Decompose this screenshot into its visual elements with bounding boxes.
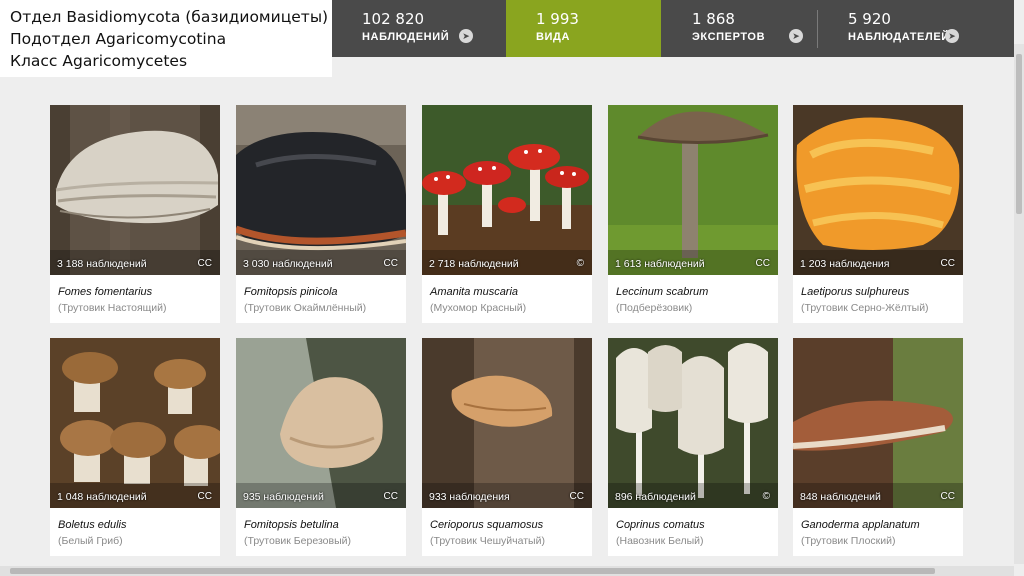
observation-count: 896 наблюдений: [615, 491, 696, 503]
species-latin-name[interactable]: Leccinum scabrum: [616, 286, 708, 298]
species-latin-name[interactable]: Fomes fomentarius: [58, 286, 152, 298]
license-badge: CC: [940, 258, 955, 269]
arrow-right-icon[interactable]: ➤: [789, 29, 803, 43]
species-photo[interactable]: [608, 105, 778, 275]
stat-label: ВИДА: [536, 31, 571, 43]
stat-number: 1 868: [692, 10, 735, 28]
horizontal-scroll-thumb[interactable]: [10, 568, 935, 574]
stat-experts[interactable]: 1 868 ЭКСПЕРТОВ ➤: [662, 0, 817, 57]
species-common-name: (Трутовик Плоский): [801, 535, 896, 547]
species-common-name: (Трутовик Настоящий): [58, 302, 167, 314]
stat-number: 1 993: [536, 10, 579, 28]
species-card[interactable]: 3 030 наблюдений CC Fomitopsis pinicola …: [236, 105, 406, 323]
observation-count: 1 048 наблюдений: [57, 491, 147, 503]
species-card[interactable]: 935 наблюдений CC Fomitopsis betulina (Т…: [236, 338, 406, 556]
species-common-name: (Трутовик Березовый): [244, 535, 351, 547]
license-badge: CC: [197, 258, 212, 269]
species-photo[interactable]: [608, 338, 778, 508]
license-badge: ©: [762, 491, 770, 502]
license-badge: CC: [383, 491, 398, 502]
observation-count: 1 203 наблюдения: [800, 258, 890, 270]
species-photo[interactable]: [50, 338, 220, 508]
observation-count: 848 наблюдений: [800, 491, 881, 503]
species-card[interactable]: 2 718 наблюдений © Amanita muscaria (Мух…: [422, 105, 592, 323]
taxonomy-label: Отдел Basidiomycota (базидиомицеты) Подо…: [0, 0, 332, 77]
species-card[interactable]: 1 613 наблюдений CC Leccinum scabrum (По…: [608, 105, 778, 323]
species-latin-name[interactable]: Fomitopsis betulina: [244, 519, 339, 531]
vertical-scrollbar[interactable]: [1014, 44, 1024, 564]
horizontal-scrollbar[interactable]: [0, 566, 1014, 576]
license-badge: CC: [383, 258, 398, 269]
taxon-subdivision: Подотдел Agaricomycotina: [10, 30, 227, 48]
species-latin-name[interactable]: Boletus edulis: [58, 519, 127, 531]
observation-count: 1 613 наблюдений: [615, 258, 705, 270]
species-photo[interactable]: [422, 105, 592, 275]
species-card[interactable]: 896 наблюдений © Coprinus comatus (Навоз…: [608, 338, 778, 556]
species-common-name: (Трутовик Чешуйчатый): [430, 535, 545, 547]
species-latin-name[interactable]: Fomitopsis pinicola: [244, 286, 338, 298]
observation-count: 933 наблюдения: [429, 491, 510, 503]
taxon-division: Отдел Basidiomycota (базидиомицеты): [10, 8, 329, 26]
observation-count: 3 030 наблюдений: [243, 258, 333, 270]
license-badge: CC: [197, 491, 212, 502]
species-card[interactable]: 1 048 наблюдений CC Boletus edulis (Белы…: [50, 338, 220, 556]
species-common-name: (Навозник Белый): [616, 535, 704, 547]
license-badge: ©: [576, 258, 584, 269]
species-card[interactable]: 848 наблюдений CC Ganoderma applanatum (…: [793, 338, 963, 556]
arrow-right-icon[interactable]: ➤: [459, 29, 473, 43]
stat-observations[interactable]: 102 820 НАБЛЮДЕНИЙ ➤: [332, 0, 487, 57]
arrow-right-icon[interactable]: ➤: [945, 29, 959, 43]
stat-species[interactable]: 1 993 ВИДА: [506, 0, 661, 57]
license-badge: CC: [569, 491, 584, 502]
observation-count: 3 188 наблюдений: [57, 258, 147, 270]
species-common-name: (Белый Гриб): [58, 535, 123, 547]
species-card[interactable]: 1 203 наблюдения CC Laetiporus sulphureu…: [793, 105, 963, 323]
species-photo[interactable]: [793, 105, 963, 275]
species-common-name: (Подберёзовик): [616, 302, 693, 314]
species-latin-name[interactable]: Amanita muscaria: [430, 286, 518, 298]
taxon-class: Класс Agaricomycetes: [10, 52, 188, 70]
observation-count: 2 718 наблюдений: [429, 258, 519, 270]
species-card[interactable]: 933 наблюдения CC Cerioporus squamosus (…: [422, 338, 592, 556]
species-photo[interactable]: [50, 105, 220, 275]
stat-observers[interactable]: 5 920 НАБЛЮДАТЕЛЕЙ ➤: [818, 0, 973, 57]
species-latin-name[interactable]: Ganoderma applanatum: [801, 519, 920, 531]
species-photo[interactable]: [422, 338, 592, 508]
species-latin-name[interactable]: Coprinus comatus: [616, 519, 705, 531]
species-common-name: (Мухомор Красный): [430, 302, 527, 314]
license-badge: CC: [940, 491, 955, 502]
species-photo[interactable]: [793, 338, 963, 508]
species-latin-name[interactable]: Cerioporus squamosus: [430, 519, 543, 531]
license-badge: CC: [755, 258, 770, 269]
stat-number: 5 920: [848, 10, 891, 28]
species-common-name: (Трутовик Окаймлённый): [244, 302, 367, 314]
species-card[interactable]: 3 188 наблюдений CC Fomes fomentarius (Т…: [50, 105, 220, 323]
species-photo[interactable]: [236, 338, 406, 508]
species-common-name: (Трутовик Серно-Жёлтый): [801, 302, 929, 314]
stat-number: 102 820: [362, 10, 425, 28]
vertical-scroll-thumb[interactable]: [1016, 54, 1022, 214]
observation-count: 935 наблюдений: [243, 491, 324, 503]
species-photo[interactable]: [236, 105, 406, 275]
species-latin-name[interactable]: Laetiporus sulphureus: [801, 286, 909, 298]
